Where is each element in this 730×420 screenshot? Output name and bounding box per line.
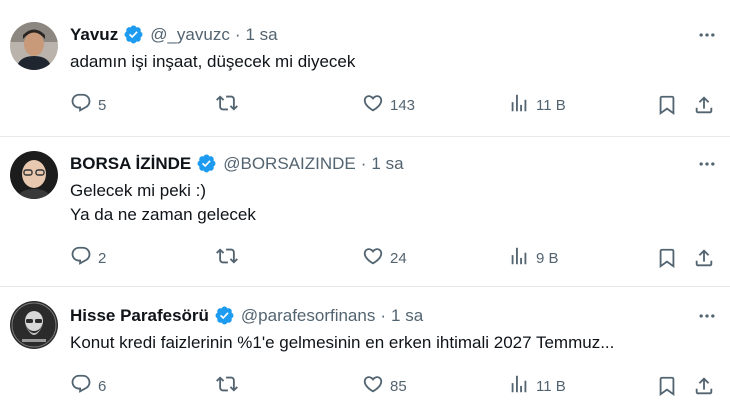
views-chart-icon	[508, 92, 530, 118]
tweet[interactable]: BORSA İZİNDE @BORSAIZINDE · 1 sa Gelecek…	[0, 137, 730, 286]
retweet-icon	[216, 245, 238, 271]
share-icon[interactable]	[692, 92, 716, 118]
tweet[interactable]: Hisse Parafesörü @parafesorfinans · 1 sa…	[0, 287, 730, 420]
like-button[interactable]: 143	[362, 92, 415, 118]
tweet-header: Hisse Parafesörü @parafesorfinans · 1 sa	[70, 305, 423, 326]
bookmark-icon[interactable]	[655, 245, 679, 271]
reply-count: 2	[98, 249, 107, 267]
user-handle[interactable]: @_yavuzc	[150, 25, 230, 45]
more-options-icon[interactable]	[696, 24, 718, 46]
share-icon[interactable]	[692, 245, 716, 271]
views-chart-icon	[508, 373, 530, 399]
display-name[interactable]: Yavuz	[70, 25, 118, 45]
retweet-button[interactable]	[216, 373, 244, 399]
verified-badge-icon[interactable]	[214, 305, 235, 326]
reply-count: 6	[98, 377, 107, 395]
like-count: 143	[390, 96, 416, 114]
reply-count: 5	[98, 96, 107, 114]
timestamp[interactable]: 1 sa	[371, 154, 403, 174]
avatar[interactable]	[10, 151, 58, 199]
bookmark-icon[interactable]	[655, 373, 679, 399]
share-icon[interactable]	[692, 373, 716, 399]
reply-button[interactable]: 6	[70, 373, 106, 399]
retweet-icon	[216, 373, 238, 399]
timestamp[interactable]: 1 sa	[246, 25, 278, 45]
action-bar: 6 85 11 B	[70, 373, 720, 399]
user-handle[interactable]: @BORSAIZINDE	[223, 154, 356, 174]
views-button[interactable]: 11 B	[508, 92, 566, 118]
reply-icon	[70, 245, 92, 271]
like-count: 85	[390, 377, 407, 395]
tweet[interactable]: Yavuz @_yavuzc · 1 sa adamın işi inşaat,…	[0, 0, 730, 136]
views-button[interactable]: 9 B	[508, 245, 559, 271]
retweet-button[interactable]	[216, 92, 244, 118]
bookmark-icon[interactable]	[655, 92, 679, 118]
action-bar: 2 24 9 B	[70, 245, 720, 271]
reply-icon	[70, 373, 92, 399]
like-button[interactable]: 85	[362, 373, 407, 399]
tweet-text-line: Ya da ne zaman gelecek	[70, 205, 256, 224]
more-options-icon[interactable]	[696, 305, 718, 327]
separator-dot: ·	[360, 153, 367, 173]
verified-badge-icon[interactable]	[123, 24, 144, 45]
reply-icon	[70, 92, 92, 118]
avatar[interactable]	[10, 301, 58, 349]
views-chart-icon	[508, 245, 530, 271]
views-count: 11 B	[536, 377, 566, 395]
display-name[interactable]: Hisse Parafesörü	[70, 306, 209, 326]
more-options-icon[interactable]	[696, 153, 718, 175]
tweet-text: Gelecek mi peki :) Ya da ne zaman gelece…	[70, 179, 256, 227]
reply-button[interactable]: 5	[70, 92, 106, 118]
tweet-header: BORSA İZİNDE @BORSAIZINDE · 1 sa	[70, 153, 404, 174]
views-count: 9 B	[536, 249, 559, 267]
separator-dot: ·	[234, 24, 241, 44]
user-handle[interactable]: @parafesorfinans	[241, 306, 375, 326]
action-bar: 5 143 11 B	[70, 92, 720, 118]
tweet-text-line: Gelecek mi peki :)	[70, 181, 207, 200]
retweet-button[interactable]	[216, 245, 244, 271]
tweet-text-line: Konut kredi faizlerinin %1'e gelmesinin …	[70, 333, 615, 352]
heart-icon	[362, 245, 384, 271]
reply-button[interactable]: 2	[70, 245, 106, 271]
like-button[interactable]: 24	[362, 245, 407, 271]
separator-dot: ·	[380, 305, 387, 325]
tweet-text: Konut kredi faizlerinin %1'e gelmesinin …	[70, 331, 614, 355]
heart-icon	[362, 373, 384, 399]
like-count: 24	[390, 249, 407, 267]
views-button[interactable]: 11 B	[508, 373, 566, 399]
tweet-text: adamın işi inşaat, düşecek mi diyecek	[70, 50, 355, 74]
timestamp[interactable]: 1 sa	[391, 306, 423, 326]
tweet-header: Yavuz @_yavuzc · 1 sa	[70, 24, 278, 45]
retweet-icon	[216, 92, 238, 118]
verified-badge-icon[interactable]	[196, 153, 217, 174]
tweet-text-line: adamın işi inşaat, düşecek mi diyecek	[70, 52, 356, 71]
display-name[interactable]: BORSA İZİNDE	[70, 154, 191, 174]
heart-icon	[362, 92, 384, 118]
avatar[interactable]	[10, 22, 58, 70]
views-count: 11 B	[536, 96, 566, 114]
